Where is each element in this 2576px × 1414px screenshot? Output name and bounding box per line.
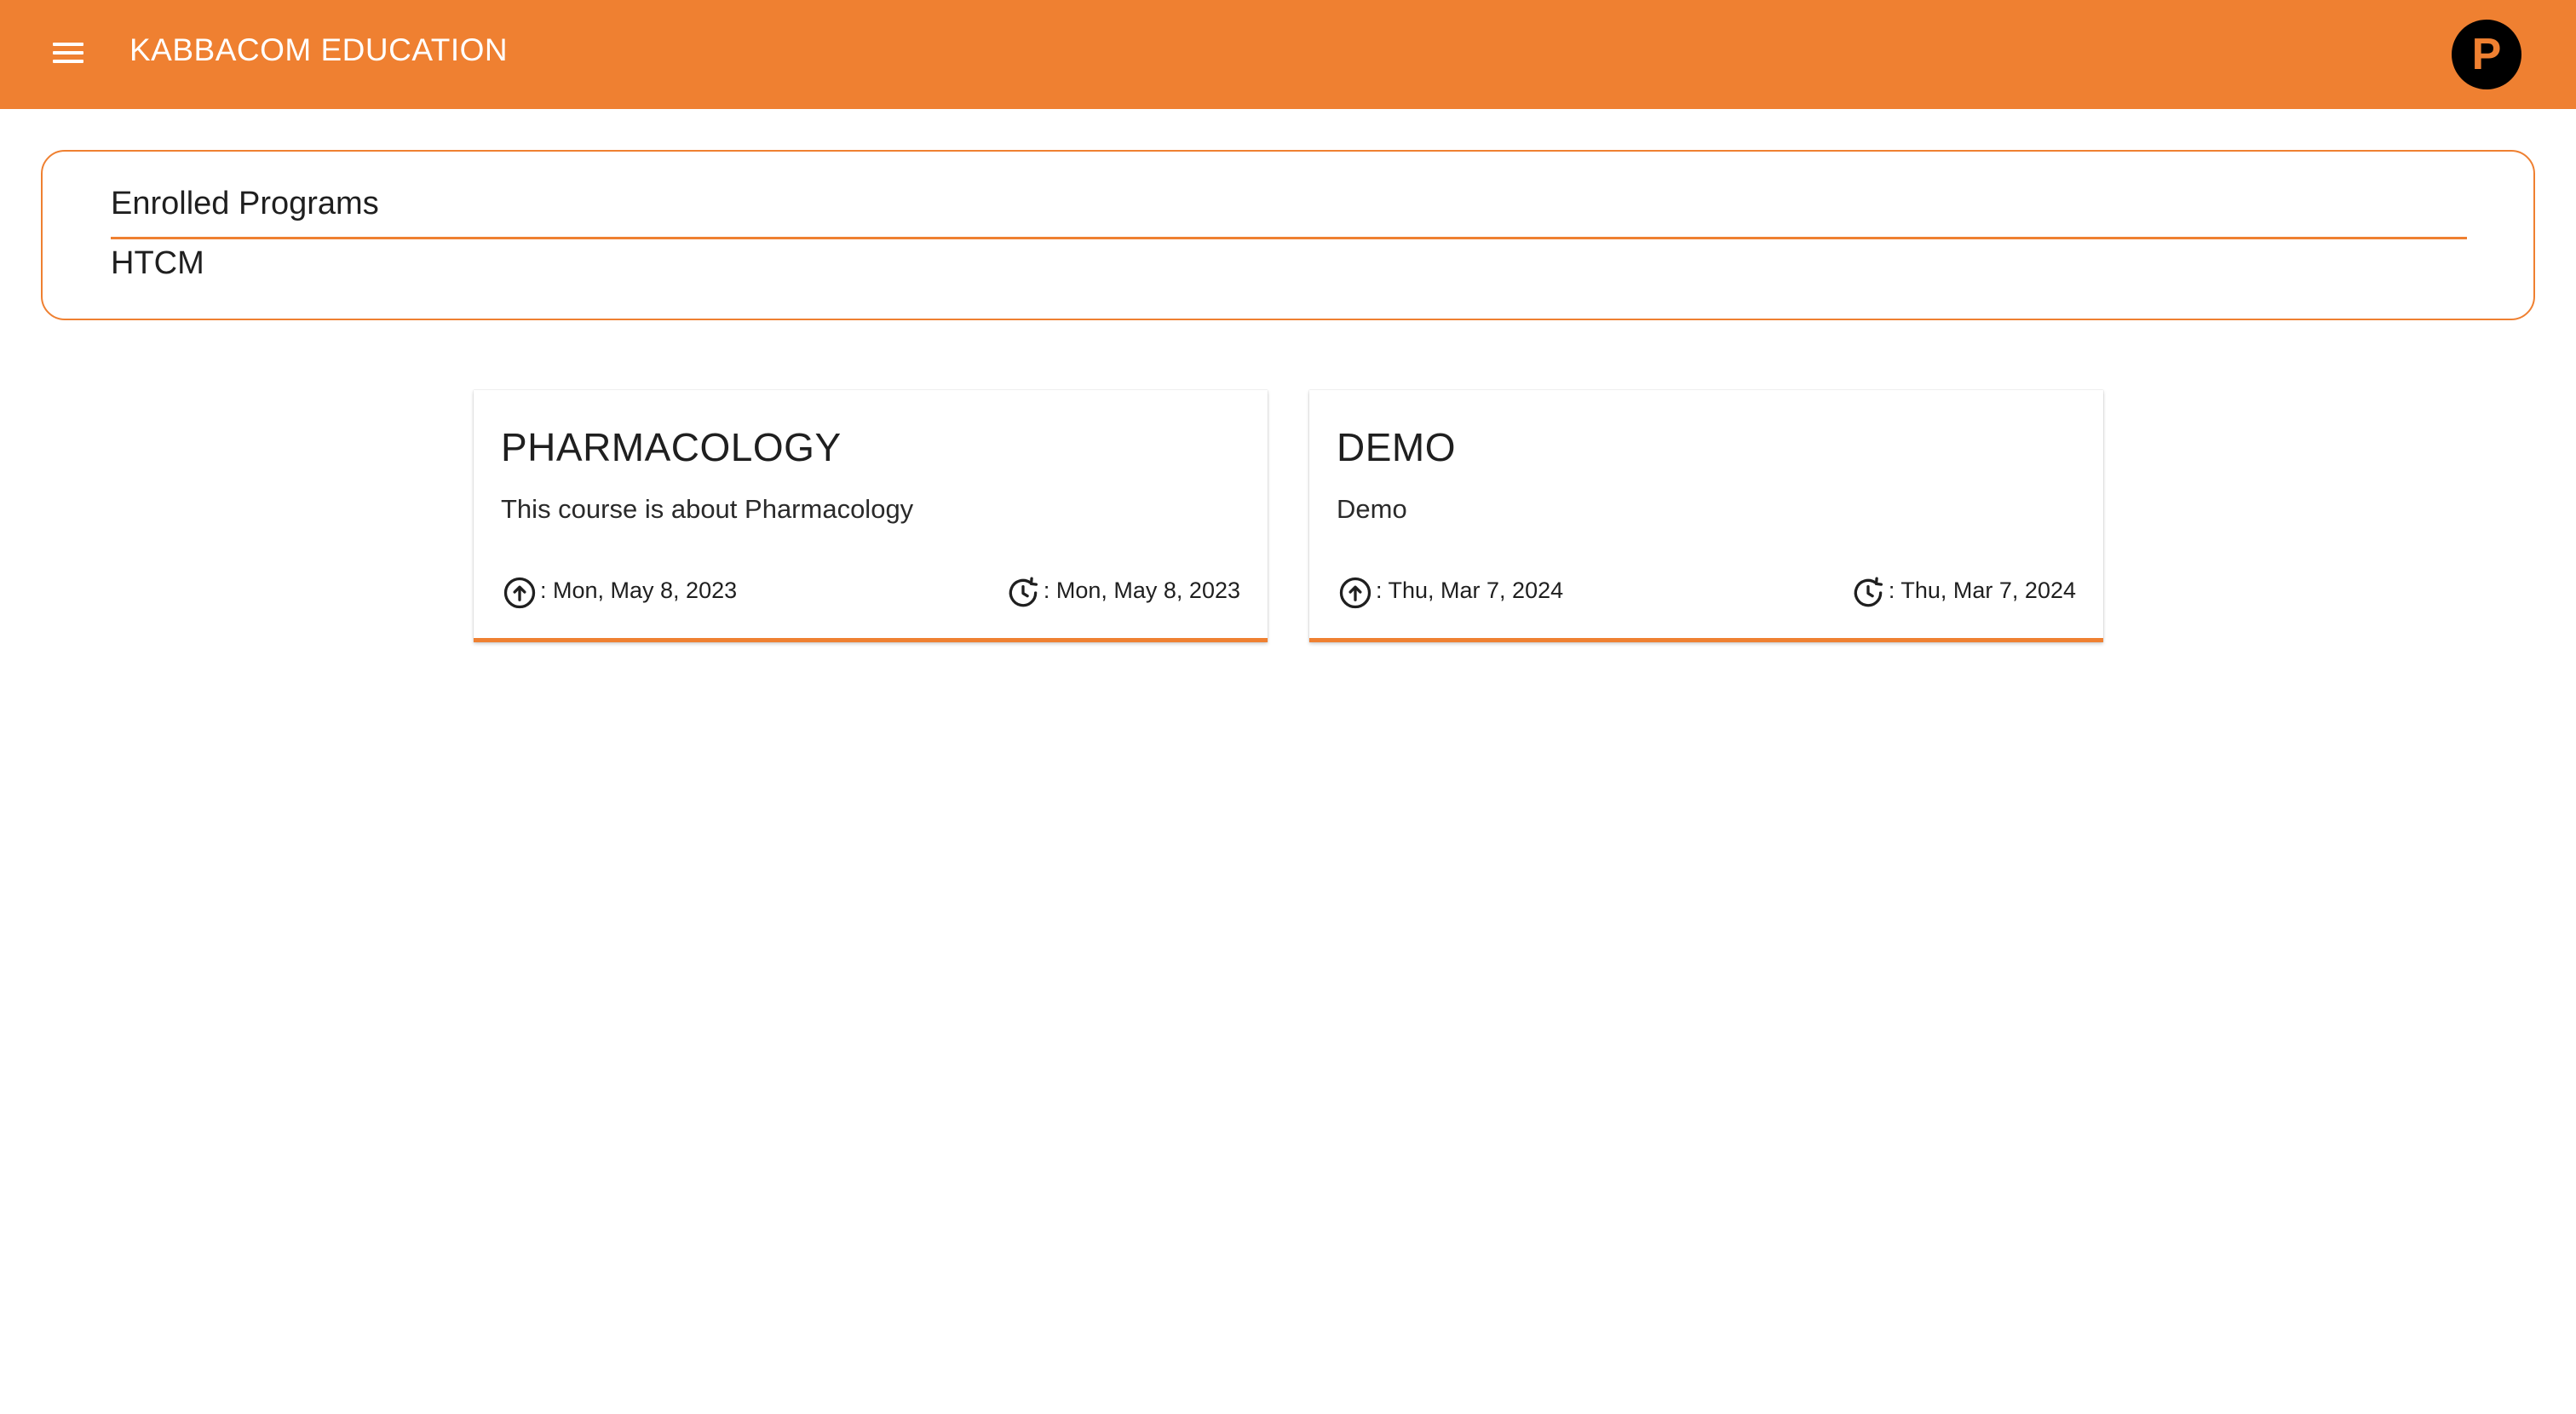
- course-description: This course is about Pharmacology: [501, 494, 914, 524]
- history-update-icon: [1854, 577, 1883, 607]
- menu-button[interactable]: [48, 37, 89, 72]
- course-card-pharmacology[interactable]: PHARMACOLOGY This course is about Pharma…: [474, 390, 1268, 642]
- course-updated-date: : Thu, Mar 7, 2024: [1849, 569, 2076, 612]
- course-description: Demo: [1337, 494, 1407, 524]
- menu-icon-line: [53, 51, 83, 55]
- menu-icon-line: [53, 43, 83, 46]
- updated-date-text: : Mon, May 8, 2023: [1043, 577, 1240, 603]
- created-date-text: : Mon, May 8, 2023: [540, 577, 738, 603]
- app-title: KABBACOM EDUCATION: [129, 32, 509, 67]
- course-title: PHARMACOLOGY: [501, 425, 842, 469]
- enrolled-programs-title: Enrolled Programs: [111, 186, 379, 221]
- course-title: DEMO: [1337, 425, 1456, 469]
- program-htcm[interactable]: HTCM: [111, 245, 204, 282]
- menu-icon-line: [53, 60, 83, 63]
- updated-date-text: : Thu, Mar 7, 2024: [1888, 577, 2076, 603]
- enrolled-divider: [111, 237, 2467, 239]
- user-avatar[interactable]: P: [2452, 20, 2521, 89]
- course-created-date: : Thu, Mar 7, 2024: [1337, 569, 1563, 612]
- upload-circle-icon: [503, 577, 536, 609]
- history-update-icon: [1009, 577, 1038, 607]
- upload-circle-icon: [1339, 577, 1371, 609]
- enrolled-programs-panel: Enrolled Programs HTCM: [41, 150, 2535, 320]
- top-app-bar: KABBACOM EDUCATION P: [0, 0, 2576, 109]
- course-created-date: : Mon, May 8, 2023: [501, 569, 737, 612]
- course-card-demo[interactable]: DEMO Demo : Thu, Mar 7, 2024 : Thu, Mar …: [1309, 390, 2103, 642]
- created-date-text: : Thu, Mar 7, 2024: [1376, 577, 1564, 603]
- course-updated-date: : Mon, May 8, 2023: [1004, 569, 1240, 612]
